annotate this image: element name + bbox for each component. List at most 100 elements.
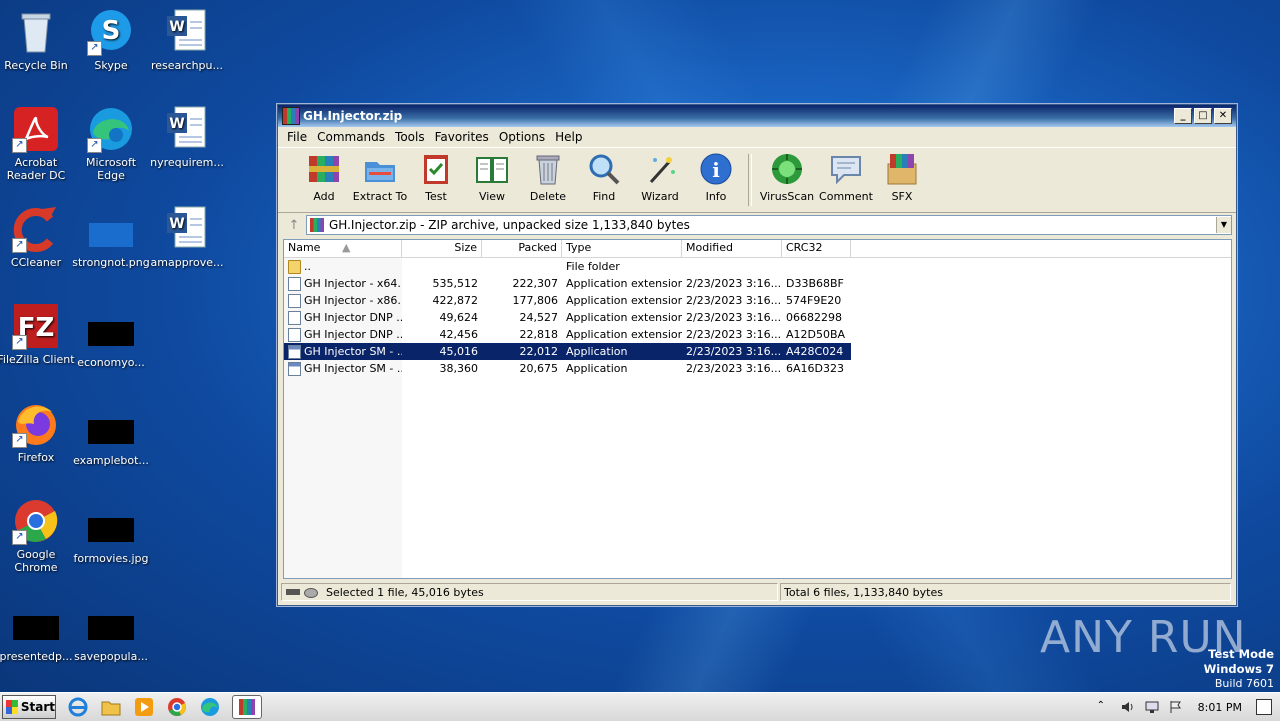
column-header-modified[interactable]: Modified — [682, 240, 782, 257]
menu-tools[interactable]: Tools — [390, 130, 430, 144]
file-row[interactable]: GH Injector DNP ... 49,624 24,527 Applic… — [284, 309, 1231, 326]
desktop-icon-edge[interactable]: ↗ Microsoft Edge — [72, 105, 150, 182]
extract-folder-icon — [363, 152, 397, 186]
menu-options[interactable]: Options — [494, 130, 550, 144]
chevron-down-icon[interactable]: ▼ — [1216, 217, 1231, 233]
column-header-type[interactable]: Type — [562, 240, 682, 257]
winrar-taskbar-icon[interactable] — [232, 695, 262, 719]
speaker-icon[interactable] — [1121, 700, 1135, 714]
menu-favorites[interactable]: Favorites — [430, 130, 494, 144]
taskbar: Start ⌃ 8:01 PM — [0, 692, 1280, 721]
action-center-flag-icon[interactable] — [1169, 700, 1183, 714]
virusscan-button[interactable]: VirusScan — [756, 148, 818, 203]
info-icon: i — [699, 152, 733, 186]
desktop-icon-label: Google Chrome — [14, 548, 58, 574]
column-header-size[interactable]: Size — [402, 240, 482, 257]
clock[interactable]: 8:01 PM — [1198, 701, 1242, 714]
close-button[interactable]: ✕ — [1214, 108, 1232, 124]
file-row[interactable]: GH Injector - x86... 422,872 177,806 App… — [284, 292, 1231, 309]
firefox-icon: ↗ — [12, 400, 60, 448]
extract-to-button[interactable]: Extract To — [352, 148, 408, 203]
desktop-icon-chrome[interactable]: ↗ Google Chrome — [0, 497, 75, 574]
toolbar: Add Extract To Test View Delete Find Wiz… — [278, 147, 1236, 213]
desktop-icon-label: presentedp... — [0, 650, 73, 663]
column-header-crc32[interactable]: CRC32 — [782, 240, 851, 257]
ccleaner-icon: ↗ — [12, 205, 60, 253]
desktop-icon-examplebot[interactable]: examplebot... — [72, 408, 150, 467]
recycle-bin-icon — [12, 8, 60, 56]
desktop-icon-label: amapprove... — [150, 256, 224, 269]
comment-button[interactable]: Comment — [818, 148, 874, 203]
desktop-icon-researchpu[interactable]: W researchpu... — [148, 8, 226, 72]
find-button[interactable]: Find — [576, 148, 632, 203]
column-header-name[interactable]: Name ▲ — [284, 240, 402, 257]
desktop-icon-nyrequirem[interactable]: W nyrequirem... — [148, 105, 226, 169]
file-row[interactable]: GH Injector SM - ... 38,360 20,675 Appli… — [284, 360, 1231, 377]
desktop-icon-formovies[interactable]: formovies.jpg — [72, 506, 150, 565]
chrome-icon: ↗ — [12, 497, 60, 545]
info-button[interactable]: i Info — [688, 148, 744, 203]
desktop-icon-label: strongnot.png — [72, 256, 150, 269]
start-button[interactable]: Start — [2, 695, 56, 719]
file-thumbnail-icon — [13, 616, 59, 640]
test-mode-notice: Test Mode Windows 7 Build 7601 — [1203, 647, 1274, 690]
desktop-icon-amapprove[interactable]: W amapprove... — [148, 205, 226, 269]
add-button[interactable]: Add — [296, 148, 352, 203]
file-thumbnail-icon — [88, 616, 134, 640]
wand-icon — [643, 152, 677, 186]
file-row[interactable]: GH Injector - x64... 535,512 222,307 App… — [284, 275, 1231, 292]
file-row-selected[interactable]: GH Injector SM - ... 45,016 22,012 Appli… — [284, 343, 851, 360]
magnifier-icon — [587, 152, 621, 186]
desktop-icon-label: Acrobat Reader DC — [6, 156, 66, 182]
window-titlebar[interactable]: GH.Injector.zip _ □ ✕ — [278, 105, 1236, 127]
desktop-icon-economyo[interactable]: economyo... — [72, 310, 150, 369]
desktop-icon-label: nyrequirem... — [150, 156, 224, 169]
chevron-up-icon[interactable]: ⌃ — [1097, 700, 1111, 714]
media-player-taskbar-icon[interactable] — [133, 696, 155, 718]
network-icon[interactable] — [1145, 700, 1159, 714]
dll-file-icon — [288, 310, 301, 325]
chrome-taskbar-icon[interactable] — [166, 696, 188, 718]
desktop-icon-label: economyo... — [77, 356, 145, 369]
png-image-icon — [87, 205, 135, 253]
file-thumbnail-icon — [88, 518, 134, 542]
sfx-button[interactable]: SFX — [874, 148, 930, 203]
system-tray: ⌃ 8:01 PM — [1092, 693, 1280, 721]
virus-scan-icon — [770, 152, 804, 186]
desktop-icon-label: FileZilla Client — [0, 353, 75, 366]
winrar-icon — [282, 107, 300, 125]
column-header-packed[interactable]: Packed — [482, 240, 562, 257]
menu-file[interactable]: File — [282, 130, 312, 144]
show-desktop-icon[interactable] — [1256, 699, 1272, 715]
shortcut-arrow-icon: ↗ — [12, 335, 27, 350]
maximize-button[interactable]: □ — [1194, 108, 1212, 124]
desktop-icon-recycle-bin[interactable]: Recycle Bin — [0, 8, 75, 72]
archive-path-field[interactable]: GH.Injector.zip - ZIP archive, unpacked … — [306, 215, 1232, 235]
dll-file-icon — [288, 276, 301, 291]
desktop-icon-firefox[interactable]: ↗ Firefox — [0, 400, 75, 464]
desktop-icon-savepopula[interactable]: savepopula... — [72, 604, 150, 663]
svg-text:W: W — [169, 116, 184, 132]
test-button[interactable]: Test — [408, 148, 464, 203]
desktop-icon-ccleaner[interactable]: ↗ CCleaner — [0, 205, 75, 269]
desktop-icon-acrobat[interactable]: ↗ Acrobat Reader DC — [0, 105, 75, 182]
menu-help[interactable]: Help — [550, 130, 587, 144]
ie-taskbar-icon[interactable] — [67, 696, 89, 718]
file-row[interactable]: GH Injector DNP ... 42,456 22,818 Applic… — [284, 326, 1231, 343]
view-button[interactable]: View — [464, 148, 520, 203]
desktop-icon-label: CCleaner — [10, 256, 62, 269]
desktop-icon-skype[interactable]: S ↗ Skype — [72, 8, 150, 72]
shortcut-arrow-icon: ↗ — [12, 433, 27, 448]
explorer-taskbar-icon[interactable] — [100, 696, 122, 718]
wizard-button[interactable]: Wizard — [632, 148, 688, 203]
add-archive-icon — [307, 152, 341, 186]
file-row-parent[interactable]: .. File folder — [284, 258, 1231, 275]
up-arrow-icon[interactable]: ↑ — [282, 218, 306, 233]
edge-taskbar-icon[interactable] — [199, 696, 221, 718]
menu-commands[interactable]: Commands — [312, 130, 390, 144]
desktop-icon-presentedp[interactable]: presentedp... — [0, 604, 75, 663]
desktop-icon-filezilla[interactable]: FZ ↗ FileZilla Client — [0, 302, 75, 366]
minimize-button[interactable]: _ — [1174, 108, 1192, 124]
delete-button[interactable]: Delete — [520, 148, 576, 203]
desktop-icon-strongnot[interactable]: strongnot.png — [72, 205, 150, 269]
